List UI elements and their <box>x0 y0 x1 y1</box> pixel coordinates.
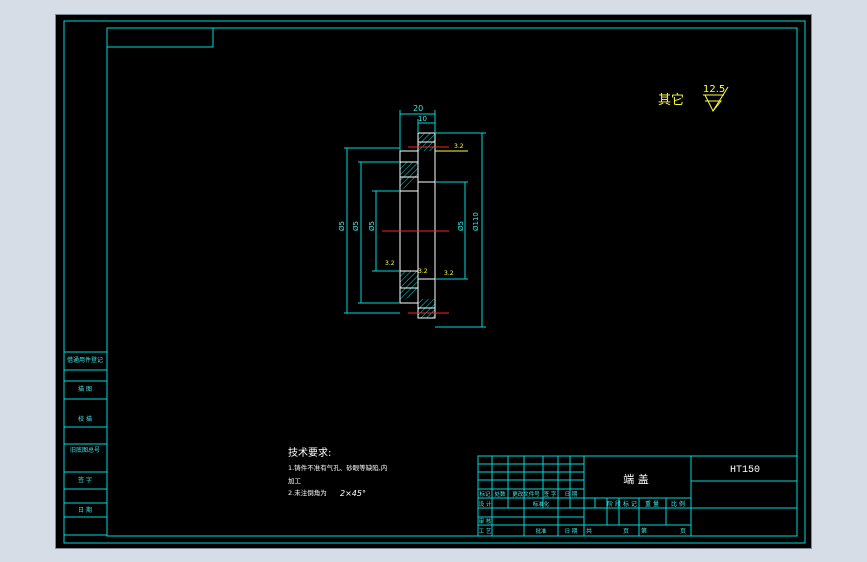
part-name: 端 盖 <box>623 472 649 486</box>
row-mark-4: 日 期 <box>565 491 578 498</box>
left-table-row-2: 校 描 <box>78 415 92 423</box>
left-table-row-5: 日 期 <box>78 506 92 514</box>
dim-dia-right: Ø110 <box>472 212 480 231</box>
drawing-canvas[interactable]: 借通用件登记 描 图 校 描 旧底图总号 签 字 日 期 端 盖 HT150 标… <box>56 15 813 550</box>
tech-line-1: 1.铸件不准有气孔、砂眼等缺陷,内 <box>288 463 387 472</box>
left-table-row-4: 签 字 <box>78 476 92 484</box>
title-block: 端 盖 HT150 标记 处数 更改文件号 签 字 日 期 设 计 标准化 审 … <box>477 455 798 537</box>
dim-dia-left-1: Ø5 <box>338 221 346 231</box>
sheet-total-label: 共 <box>586 527 592 535</box>
roughness-right: 3.2 <box>444 270 454 277</box>
tech-title: 技术要求: <box>288 446 331 459</box>
left-table-row-1: 描 图 <box>78 385 92 393</box>
dim-dia-right-inner: Ø5 <box>457 221 465 231</box>
tech-line-3: 2.未注倒角为 <box>288 488 327 497</box>
left-table-row-3: 旧底图总号 <box>70 446 100 454</box>
roughness-label: 其它 <box>658 92 684 108</box>
part-cross-section <box>382 132 449 319</box>
top-left-box <box>107 28 214 48</box>
scale-header: 比 例 <box>671 500 685 508</box>
roughness-note: 其它 12.5 <box>658 84 729 113</box>
inner-frame <box>106 27 798 537</box>
dim-dia-left-3: Ø5 <box>368 221 376 231</box>
roughness-left: 3.2 <box>385 260 395 267</box>
row-mark-2: 更改文件号 <box>512 490 540 498</box>
stage-header: 阶 段 标 记 <box>607 500 637 508</box>
row-mark-0: 标记 <box>479 490 491 498</box>
roughness-value: 12.5 <box>703 84 725 95</box>
design-label: 设 计 <box>479 500 492 508</box>
sheet-unit2-label: 页 <box>680 528 686 535</box>
roughness-mid: 3.2 <box>418 268 428 275</box>
left-table-row-0: 借通用件登记 <box>67 356 103 364</box>
tech-line-2: 加工 <box>288 476 302 485</box>
standardization-label: 标准化 <box>533 500 550 508</box>
cad-viewport[interactable]: 借通用件登记 描 图 校 描 旧底图总号 签 字 日 期 端 盖 HT150 标… <box>55 14 812 549</box>
dim-width-inner: 10 <box>418 115 427 123</box>
tech-chamfer: 2×45° <box>340 489 366 498</box>
tech-requirements: 技术要求: 1.铸件不准有气孔、砂眼等缺陷,内 加工 2.未注倒角为 2×45° <box>288 446 387 498</box>
left-table: 借通用件登记 描 图 校 描 旧底图总号 签 字 日 期 <box>63 351 108 536</box>
material: HT150 <box>730 465 760 476</box>
sheet-no-label: 第 <box>641 527 647 535</box>
date-label: 日 期 <box>565 528 578 535</box>
approve-label: 批准 <box>535 527 547 535</box>
review-label: 审 核 <box>479 517 492 525</box>
sheet-unit-label: 页 <box>623 528 629 535</box>
process-label: 工 艺 <box>479 528 492 535</box>
row-mark-3: 签 字 <box>544 490 557 498</box>
weight-header: 重 量 <box>645 500 659 508</box>
dim-dia-left-2: Ø5 <box>352 221 360 231</box>
roughness-top: 3.2 <box>454 143 464 150</box>
dim-width-top: 20 <box>413 104 423 113</box>
row-mark-1: 处数 <box>494 490 506 498</box>
